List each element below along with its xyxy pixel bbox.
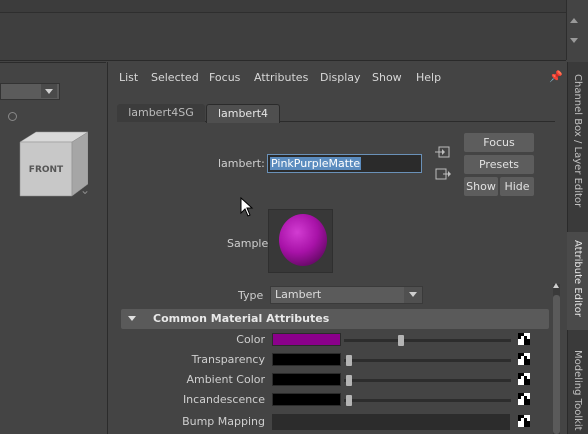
divider — [566, 0, 567, 60]
menu-list[interactable]: List — [119, 71, 138, 84]
side-tab-attribute-editor[interactable]: Attribute Editor — [567, 240, 588, 330]
material-sample-sphere — [279, 214, 327, 266]
side-tab-attribute-editor-label: Attribute Editor — [572, 240, 583, 317]
menu-display[interactable]: Display — [320, 71, 361, 84]
dropdown-arrow-icon[interactable] — [404, 287, 422, 303]
collapse-up-icon[interactable] — [570, 18, 578, 23]
ambient-color-slider-handle[interactable] — [346, 375, 352, 386]
scrollbar-thumb[interactable] — [553, 295, 560, 434]
section-title: Common Material Attributes — [153, 312, 330, 325]
tab-lambert4sg[interactable]: lambert4SG — [117, 104, 205, 122]
side-tab-modeling-toolkit-label: Modeling Toolkit — [572, 350, 583, 431]
shelf-bar — [0, 12, 566, 61]
pin-icon[interactable]: 📌 — [549, 70, 563, 83]
attr-label-bump-mapping: Bump Mapping — [182, 415, 265, 428]
menu-focus[interactable]: Focus — [209, 71, 240, 84]
menu-selected[interactable]: Selected — [151, 71, 199, 84]
input-connections-icon[interactable] — [435, 145, 451, 159]
status-line-bar — [0, 0, 566, 12]
presets-button[interactable]: Presets — [464, 155, 534, 174]
type-label: Type — [238, 289, 264, 302]
dropdown-arrow-icon[interactable] — [41, 84, 57, 98]
attr-label-incandescence: Incandescence — [182, 393, 265, 406]
menu-show[interactable]: Show — [372, 71, 402, 84]
incandescence-slider-handle[interactable] — [346, 395, 352, 406]
transparency-swatch[interactable] — [272, 353, 341, 366]
collapse-down-icon[interactable] — [570, 38, 578, 43]
attr-label-transparency: Transparency — [191, 353, 265, 366]
divider — [0, 62, 106, 63]
output-connections-icon[interactable] — [435, 167, 451, 181]
tab-lambert4[interactable]: lambert4 — [206, 104, 280, 123]
attr-label-color: Color — [236, 333, 265, 346]
node-name-field[interactable]: PinkPurpleMatte — [267, 154, 422, 173]
viewcube[interactable]: FRONT — [18, 130, 88, 200]
menu-attributes[interactable]: Attributes — [254, 71, 308, 84]
transparency-slider-handle[interactable] — [346, 355, 352, 366]
incandescence-slider[interactable] — [344, 395, 511, 406]
color-slider[interactable] — [344, 335, 511, 346]
material-type-dropdown[interactable]: Lambert — [270, 286, 423, 304]
bump-mapping-field[interactable] — [272, 414, 510, 430]
ambient-color-slider[interactable] — [344, 375, 511, 386]
side-tab-channel-box-label: Channel Box / Layer Editor — [572, 74, 583, 208]
map-button-icon[interactable] — [518, 415, 530, 427]
side-tab-modeling-toolkit[interactable]: Modeling Toolkit — [567, 350, 588, 434]
node-name-text: PinkPurpleMatte — [270, 157, 362, 170]
scroll-up-icon[interactable] — [553, 283, 559, 288]
map-button-icon[interactable] — [518, 333, 530, 345]
show-button[interactable]: Show — [464, 177, 498, 196]
mouse-cursor-icon — [240, 197, 254, 217]
collapse-arrow-icon[interactable] — [128, 316, 136, 321]
home-icon[interactable] — [8, 112, 17, 121]
transparency-slider[interactable] — [344, 355, 511, 366]
sample-label: Sample — [227, 237, 269, 250]
menu-help[interactable]: Help — [416, 71, 441, 84]
viewcube-face-label: FRONT — [29, 165, 64, 175]
side-tab-channel-box[interactable]: Channel Box / Layer Editor — [567, 74, 588, 224]
color-slider-handle[interactable] — [398, 335, 404, 346]
attr-label-ambient-color: Ambient Color — [186, 373, 265, 386]
focus-button[interactable]: Focus — [464, 133, 534, 152]
ambient-color-swatch[interactable] — [272, 373, 341, 386]
hide-button[interactable]: Hide — [500, 177, 534, 196]
map-button-icon[interactable] — [518, 393, 530, 405]
incandescence-swatch[interactable] — [272, 393, 341, 406]
map-button-icon[interactable] — [518, 353, 530, 365]
color-swatch[interactable] — [272, 333, 341, 346]
node-type-label: lambert: — [218, 157, 265, 170]
chevron-down-icon[interactable]: ⌄ — [80, 183, 90, 197]
map-button-icon[interactable] — [518, 373, 530, 385]
